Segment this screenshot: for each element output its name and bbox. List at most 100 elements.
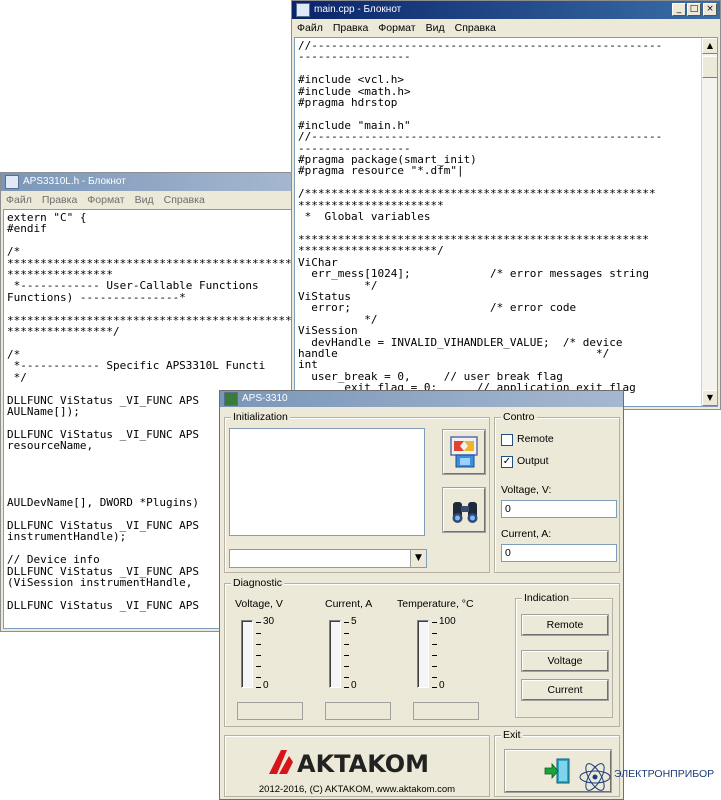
scroll-up-icon[interactable]: ▲ <box>702 38 717 54</box>
app-titlebar[interactable]: APS-3310 <box>220 391 623 407</box>
binoculars-icon <box>452 502 478 523</box>
code-line: #include <vcl.h> <box>298 73 404 87</box>
code-line: /***************************************… <box>298 187 656 201</box>
main-window-menubar: Файл Правка Формат Вид Справка <box>292 19 720 37</box>
indication-label: Indication <box>522 592 571 604</box>
code-line: #pragma hdrstop <box>298 96 398 110</box>
voltage-setpoint-label: Voltage, V: <box>501 484 552 496</box>
code-line: */ <box>7 370 27 384</box>
code-line: extern "C" { <box>7 211 87 224</box>
voltage-readout <box>237 702 303 720</box>
main-window-titlebar[interactable]: main.cpp - Блокнот _ □ × <box>292 1 720 19</box>
voltage-setpoint-input[interactable]: 0 <box>501 500 617 518</box>
current-gauge-max: 5 <box>351 616 357 627</box>
indication-group: Indication Remote Voltage Current <box>515 592 613 718</box>
menu-view[interactable]: Вид <box>426 19 445 37</box>
vertical-scrollbar[interactable]: ▲ ▼ <box>701 38 717 406</box>
code-line: handle */ <box>298 346 610 360</box>
voltage-gauge-ticks <box>256 622 261 688</box>
aktakom-logo-text: AKTAKOM <box>297 750 429 776</box>
menu-edit[interactable]: Правка <box>333 19 368 37</box>
chevron-down-icon[interactable]: ▼ <box>410 550 426 567</box>
aktakom-logo: AKTAKOM <box>269 750 429 776</box>
logo-panel: AKTAKOM 2012-2016, (C) AKTAKOM, www.akta… <box>224 735 490 797</box>
temperature-gauge-min: 0 <box>439 680 445 691</box>
connect-icon <box>450 436 478 468</box>
remote-checkbox-label: Remote <box>517 433 554 445</box>
indication-voltage-button[interactable]: Voltage <box>521 650 609 672</box>
close-button[interactable]: × <box>703 3 717 16</box>
initialization-label: Initialization <box>231 411 290 423</box>
control-group: Contro Remote ✓ Output Voltage, V: 0 Cur… <box>494 411 620 573</box>
temperature-gauge-max: 100 <box>439 616 456 627</box>
exit-label: Exit <box>501 729 523 741</box>
main-text-area[interactable]: //--------------------------------------… <box>294 37 718 407</box>
maximize-button[interactable]: □ <box>687 3 701 16</box>
code-line: /* <box>7 245 21 259</box>
app-icon <box>224 392 238 406</box>
current-setpoint-input[interactable]: 0 <box>501 544 617 562</box>
remote-checkbox[interactable] <box>501 434 513 446</box>
scroll-thumb[interactable] <box>702 56 717 78</box>
menu-help[interactable]: Справка <box>455 19 496 37</box>
app-title: APS-3310 <box>242 393 288 404</box>
device-list[interactable] <box>229 428 425 536</box>
initialization-group: Initialization ▼ <box>224 411 490 573</box>
code-line: */ <box>298 312 378 326</box>
search-devices-button[interactable] <box>442 487 486 533</box>
voltage-gauge <box>241 620 253 688</box>
output-checkbox[interactable]: ✓ <box>501 456 513 468</box>
code-line: * Global variables <box>298 210 431 224</box>
voltage-gauge-label: Voltage, V <box>235 598 283 610</box>
current-gauge <box>329 620 341 688</box>
temperature-gauge <box>417 620 429 688</box>
control-label: Contro <box>501 411 537 423</box>
menu-help[interactable]: Справка <box>164 191 205 209</box>
header-window-titlebar[interactable]: APS3310L.h - Блокнот <box>1 173 299 191</box>
code-line: #endif <box>7 222 47 236</box>
menu-format[interactable]: Формат <box>378 19 415 37</box>
output-checkbox-label: Output <box>517 455 549 467</box>
menu-format[interactable]: Формат <box>87 191 124 209</box>
voltage-gauge-max: 30 <box>263 616 275 627</box>
code-line: Functions) ---------------* <box>7 290 186 304</box>
device-dropdown[interactable]: ▼ <box>229 549 427 568</box>
current-readout <box>325 702 391 720</box>
scroll-down-icon[interactable]: ▼ <box>702 390 717 406</box>
diagnostic-group: Diagnostic Voltage, V 30 0 Current, A 5 … <box>224 577 620 727</box>
menu-edit[interactable]: Правка <box>42 191 77 209</box>
header-window-menubar: Файл Правка Формат Вид Справка <box>1 191 299 209</box>
code-line: ViSession <box>298 324 358 338</box>
indication-remote-button[interactable]: Remote <box>521 614 609 636</box>
code-line: ----------------- <box>298 50 411 64</box>
menu-view[interactable]: Вид <box>135 191 154 209</box>
notepad-icon <box>5 175 19 189</box>
notepad-icon <box>296 3 310 17</box>
voltage-gauge-min: 0 <box>263 680 269 691</box>
code-line: *------------ Specific APS3310L Functi <box>7 359 266 373</box>
menu-file[interactable]: Файл <box>6 191 32 209</box>
copyright-text: 2012-2016, (C) AKTAKOM, www.aktakom.com <box>258 784 456 795</box>
connect-button[interactable] <box>442 429 486 475</box>
current-gauge-label: Current, A <box>325 598 373 610</box>
code-line: #pragma resource "*.dfm"| <box>298 164 464 178</box>
watermark-text: ЭЛЕКТРОНПРИБОР <box>614 768 715 780</box>
code-line: //--------------------------------------… <box>298 130 663 144</box>
aps-app-window: APS-3310 Initialization ▼ Contro Remote … <box>219 390 624 800</box>
main-window-title: main.cpp - Блокнот <box>314 4 402 15</box>
menu-file[interactable]: Файл <box>297 19 323 37</box>
temperature-gauge-ticks <box>432 622 437 688</box>
elektronpribor-watermark: ЭЛЕКТРОНПРИБОР <box>578 756 721 796</box>
main-code: //--------------------------------------… <box>295 38 717 394</box>
code-line: err_mess[1024]; /* error messages string <box>298 267 649 281</box>
voltage-setpoint-value: 0 <box>505 503 511 515</box>
current-setpoint-label: Current, A: <box>501 528 552 540</box>
header-window-title: APS3310L.h - Блокнот <box>23 176 126 187</box>
current-gauge-min: 0 <box>351 680 357 691</box>
minimize-button[interactable]: _ <box>672 3 686 16</box>
indication-current-button[interactable]: Current <box>521 679 609 701</box>
current-setpoint-value: 0 <box>505 547 511 559</box>
